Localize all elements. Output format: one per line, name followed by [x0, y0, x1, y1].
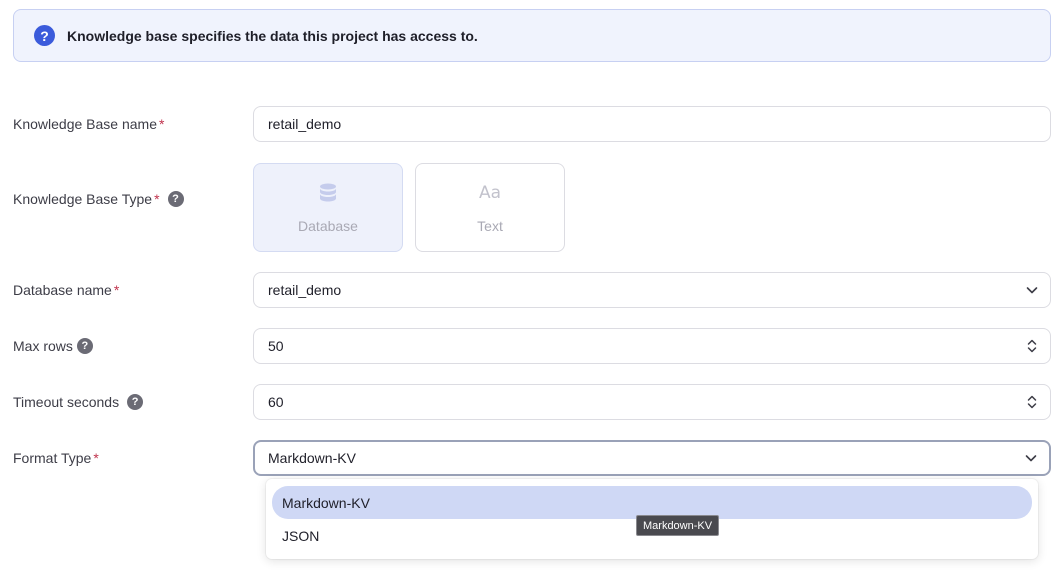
required-marker: *	[113, 282, 120, 298]
timeout-label: Timeout seconds ?	[13, 392, 144, 412]
max-rows-input[interactable]: 50	[253, 328, 1051, 364]
db-name-select[interactable]: retail_demo	[253, 272, 1051, 308]
kb-name-value: retail_demo	[268, 116, 342, 132]
required-marker: *	[159, 116, 165, 132]
kb-name-input[interactable]: retail_demo	[253, 106, 1051, 142]
chevron-down-icon	[1026, 287, 1038, 294]
timeout-value: 60	[268, 394, 284, 410]
text-card-label: Text	[477, 217, 503, 234]
kb-type-database-card[interactable]: Database	[253, 163, 403, 252]
db-name-value: retail_demo	[268, 282, 342, 298]
kb-name-label: Knowledge Base name *	[13, 116, 165, 132]
chevron-down-icon	[1025, 455, 1037, 462]
max-rows-label: Max rows ?	[13, 336, 93, 356]
kb-type-label: Knowledge Base Type * ?	[13, 189, 184, 209]
option-tooltip: Markdown-KV	[636, 515, 720, 536]
database-icon	[319, 182, 337, 204]
required-marker: *	[154, 191, 160, 207]
stepper-icon[interactable]	[1026, 393, 1038, 411]
stepper-icon[interactable]	[1026, 337, 1038, 355]
info-banner: ? Knowledge base specifies the data this…	[13, 9, 1051, 62]
help-icon[interactable]: ?	[76, 338, 93, 354]
help-icon[interactable]: ?	[167, 191, 184, 207]
format-type-select[interactable]: Markdown-KV	[253, 440, 1051, 476]
text-aa-icon: Aa	[478, 182, 502, 203]
kb-type-text-card[interactable]: Aa Text	[415, 163, 565, 252]
max-rows-value: 50	[268, 338, 284, 354]
format-type-label: Format Type *	[13, 450, 99, 466]
knowledge-base-form: ? Knowledge base specifies the data this…	[0, 0, 1063, 573]
database-card-label: Database	[298, 217, 358, 234]
help-icon[interactable]: ?	[127, 394, 144, 410]
timeout-input[interactable]: 60	[253, 384, 1051, 420]
banner-text: Knowledge base specifies the data this p…	[67, 27, 478, 44]
format-type-value: Markdown-KV	[268, 450, 356, 466]
required-marker: *	[93, 450, 99, 466]
db-name-label: Database name *	[13, 282, 120, 298]
question-circle-icon: ?	[34, 25, 55, 46]
